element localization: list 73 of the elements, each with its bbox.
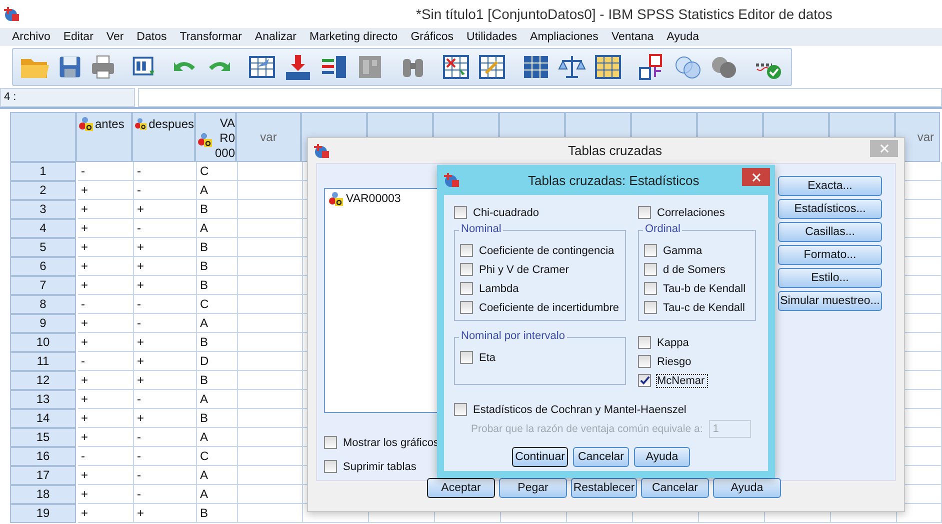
table-cell: +: [78, 466, 134, 485]
table-cell: -: [78, 162, 134, 181]
table-cell: B: [197, 504, 238, 523]
table-cell: +: [78, 504, 134, 523]
table-cell: +: [78, 276, 134, 295]
cell-reference: 4 :: [0, 88, 135, 107]
column-name-fragment: 000: [214, 146, 235, 161]
table-cell: C: [197, 447, 238, 466]
table-cell: A: [197, 466, 238, 485]
table-cell: +: [134, 371, 197, 390]
table-cell: +: [78, 371, 134, 390]
window-title: *Sin título1 [ConjuntoDatos0] - IBM SPSS Statistics Editor de datos: [416, 6, 832, 22]
table-cell: +: [78, 390, 134, 409]
column-name: var: [260, 130, 277, 144]
table-cell: A: [197, 314, 238, 333]
table-cell: -: [134, 219, 197, 238]
table-cell: +: [78, 257, 134, 276]
table-cell: B: [197, 257, 238, 276]
table-cell: -: [134, 314, 197, 333]
column-name: antes: [95, 117, 124, 131]
table-cell: +: [134, 333, 197, 352]
table-cell: -: [134, 295, 197, 314]
dialog-title: Tablas cruzadas: [568, 143, 662, 158]
dialog-title: Tablas cruzadas: Estadísticos: [528, 172, 700, 188]
table-cell: +: [134, 238, 197, 257]
table-cell: C: [197, 295, 238, 314]
table-cell: +: [78, 314, 134, 333]
column-name-fragment: R0: [220, 131, 235, 146]
table-cell: +: [134, 257, 197, 276]
group-label: Nominal: [459, 223, 504, 235]
table-cell: A: [197, 428, 238, 447]
table-cell: +: [134, 352, 197, 371]
table-cell: B: [197, 200, 238, 219]
table-cell: -: [134, 447, 197, 466]
table-cell: A: [197, 219, 238, 238]
table-cell: A: [197, 181, 238, 200]
table-cell: +: [78, 409, 134, 428]
table-cell: D: [197, 352, 238, 371]
table-cell: +: [78, 485, 134, 504]
column-name: despues: [148, 117, 194, 131]
table-cell: +: [78, 238, 134, 257]
table-cell: +: [134, 200, 197, 219]
column-name-fragment: VA: [220, 116, 235, 131]
table-cell: B: [197, 371, 238, 390]
table-cell: +: [78, 333, 134, 352]
table-cell: B: [197, 409, 238, 428]
table-cell: +: [134, 409, 197, 428]
odds-ratio-label: Probar que la razón de ventaja común equivale a:: [471, 423, 703, 435]
table-cell: +: [134, 504, 197, 523]
table-cell: -: [134, 428, 197, 447]
table-cell: B: [197, 333, 238, 352]
table-cell: -: [78, 447, 134, 466]
table-cell: A: [197, 485, 238, 504]
table-cell: -: [134, 390, 197, 409]
table-cell: -: [78, 295, 134, 314]
table-cell: +: [78, 428, 134, 447]
table-cell: A: [197, 390, 238, 409]
group-label: Nominal por intervalo: [459, 330, 567, 342]
table-cell: -: [134, 181, 197, 200]
table-cell: +: [134, 276, 197, 295]
table-cell: -: [134, 162, 197, 181]
column-name: var: [917, 130, 934, 144]
table-cell: +: [78, 200, 134, 219]
table-cell: +: [78, 181, 134, 200]
table-cell: -: [134, 485, 197, 504]
table-cell: B: [197, 238, 238, 257]
table-cell: C: [197, 162, 238, 181]
variable-name: VAR00003: [346, 193, 401, 205]
table-cell: B: [197, 276, 238, 295]
table-cell: +: [78, 219, 134, 238]
group-label: Ordinal: [643, 223, 682, 235]
table-cell: -: [134, 466, 197, 485]
table-cell: -: [78, 352, 134, 371]
